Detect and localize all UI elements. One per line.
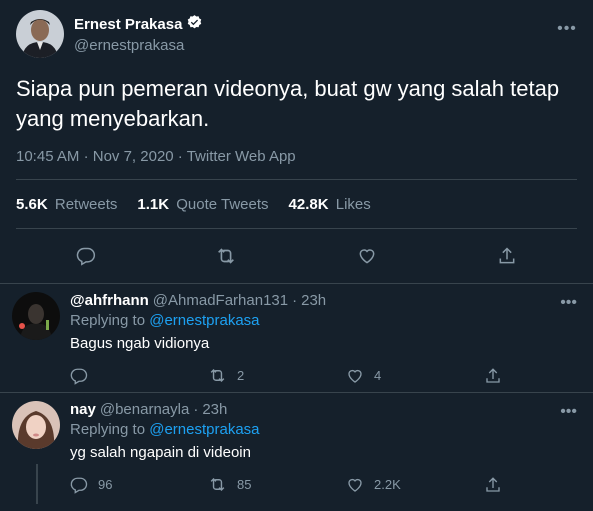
share-button[interactable]	[489, 238, 525, 274]
reply-like-button[interactable]: 2.2K	[346, 475, 484, 494]
reply-reply-button[interactable]	[70, 366, 208, 385]
like-count: 4	[374, 368, 382, 383]
reply-body: @ahfrhann @AhmadFarhan131 · 23h Replying…	[70, 292, 577, 392]
reply-text: Bagus ngab vidionya	[70, 335, 210, 352]
quote-tweets-label: Quote Tweets	[176, 195, 269, 213]
tweet-author: Ernest Prakasa @ernestprakasa •••	[16, 0, 577, 68]
reply-avatar[interactable]	[12, 292, 60, 340]
reply-icon	[70, 368, 88, 385]
tweet-actions	[16, 229, 577, 283]
reply-separator: ·	[193, 401, 199, 418]
reply-handle[interactable]: @benarnayla	[100, 401, 189, 418]
reply-left-column	[12, 292, 62, 392]
retweets-label: Retweets	[54, 195, 118, 213]
reply-time[interactable]: 23h	[301, 292, 326, 309]
reply-tweet[interactable]: nay @benarnayla · 23h Replying to @ernes…	[0, 393, 593, 511]
quote-tweets-stat[interactable]: 1.1K Quote Tweets	[137, 196, 268, 213]
like-count: 2.2K	[374, 477, 401, 492]
reply-reply-button[interactable]: 96	[70, 475, 208, 494]
reply-body: nay @benarnayla · 23h Replying to @ernes…	[70, 401, 577, 511]
replying-to: Replying to @ernestprakasa	[70, 312, 577, 329]
reply-display-name[interactable]: @ahfrhann	[70, 292, 149, 309]
reply-text: yg salah ngapain di videoin	[70, 444, 251, 461]
reply-icon	[70, 477, 88, 494]
reply-share-button[interactable]	[484, 366, 502, 385]
tweet-source[interactable]: Twitter Web App	[187, 148, 296, 165]
quote-tweets-count: 1.1K	[137, 195, 170, 213]
tweet-meta: 10:45 AM · Nov 7, 2020 · Twitter Web App	[16, 148, 577, 180]
reply-like-button[interactable]: 4	[346, 366, 484, 385]
replying-prefix: Replying to	[70, 312, 146, 329]
likes-count: 42.8K	[288, 195, 329, 213]
share-icon	[486, 367, 500, 383]
tweet-text: Siapa pun pemeran videonya, buat gw yang…	[16, 76, 560, 131]
retweet-icon	[210, 368, 225, 383]
replying-to: Replying to @ernestprakasa	[70, 421, 577, 438]
reply-time[interactable]: 23h	[202, 401, 227, 418]
retweet-count: 85	[237, 477, 252, 492]
replying-prefix: Replying to	[70, 421, 146, 438]
reply-header: nay @benarnayla · 23h	[70, 401, 577, 418]
author-display-name[interactable]: Ernest Prakasa	[74, 16, 182, 33]
author-display-name-row[interactable]: Ernest Prakasa	[74, 14, 203, 35]
reply-avatar[interactable]	[12, 401, 60, 449]
thread-line	[36, 464, 38, 504]
tweet-stats: 5.6K Retweets 1.1K Quote Tweets 42.8K Li…	[16, 180, 577, 229]
author-handle[interactable]: @ernestprakasa	[74, 37, 203, 54]
reply-button[interactable]	[68, 238, 104, 274]
main-tweet: Ernest Prakasa @ernestprakasa ••• Siapa …	[0, 0, 593, 283]
meta-separator: ·	[83, 148, 89, 165]
like-button[interactable]	[349, 238, 385, 274]
verified-badge-icon	[186, 14, 203, 35]
more-options-icon[interactable]: •••	[557, 20, 577, 38]
meta-separator: ·	[177, 148, 183, 165]
likes-label: Likes	[335, 195, 371, 213]
reply-tweet[interactable]: @ahfrhann @AhmadFarhan131 · 23h Replying…	[0, 284, 593, 392]
tweet-time[interactable]: 10:45 AM	[16, 148, 79, 165]
more-options-icon[interactable]: •••	[560, 294, 577, 312]
tweet-page: Ernest Prakasa @ernestprakasa ••• Siapa …	[0, 0, 593, 504]
reply-share-button[interactable]	[484, 475, 502, 494]
heart-icon	[348, 478, 362, 492]
retweet-count: 2	[237, 368, 245, 383]
tweet-date[interactable]: Nov 7, 2020	[93, 148, 174, 165]
reply-header: @ahfrhann @AhmadFarhan131 · 23h	[70, 292, 577, 309]
share-icon	[486, 476, 500, 492]
author-avatar[interactable]	[16, 10, 64, 58]
reply-handle[interactable]: @AhmadFarhan131	[153, 292, 288, 309]
reply-retweet-button[interactable]: 85	[208, 475, 346, 494]
replying-to-link[interactable]: @ernestprakasa	[149, 312, 259, 329]
reply-separator: ·	[292, 292, 298, 309]
reply-actions: 96 85 2.2K	[70, 475, 577, 494]
heart-icon	[359, 249, 375, 264]
more-options-icon[interactable]: •••	[560, 403, 577, 421]
heart-icon	[348, 369, 362, 383]
share-icon	[499, 247, 515, 264]
retweets-stat[interactable]: 5.6K Retweets	[16, 196, 117, 213]
retweet-icon	[218, 248, 235, 264]
reply-actions: 2 4	[70, 366, 577, 385]
likes-stat[interactable]: 42.8K Likes	[289, 196, 371, 213]
retweets-count: 5.6K	[16, 195, 48, 213]
reply-count: 96	[98, 477, 113, 492]
replying-to-link[interactable]: @ernestprakasa	[149, 421, 259, 438]
reply-display-name[interactable]: nay	[70, 401, 96, 418]
reply-retweet-button[interactable]: 2	[208, 366, 346, 385]
reply-icon	[76, 247, 96, 266]
retweet-icon	[210, 477, 225, 492]
author-names: Ernest Prakasa @ernestprakasa	[74, 14, 203, 54]
retweet-button[interactable]	[208, 238, 244, 274]
